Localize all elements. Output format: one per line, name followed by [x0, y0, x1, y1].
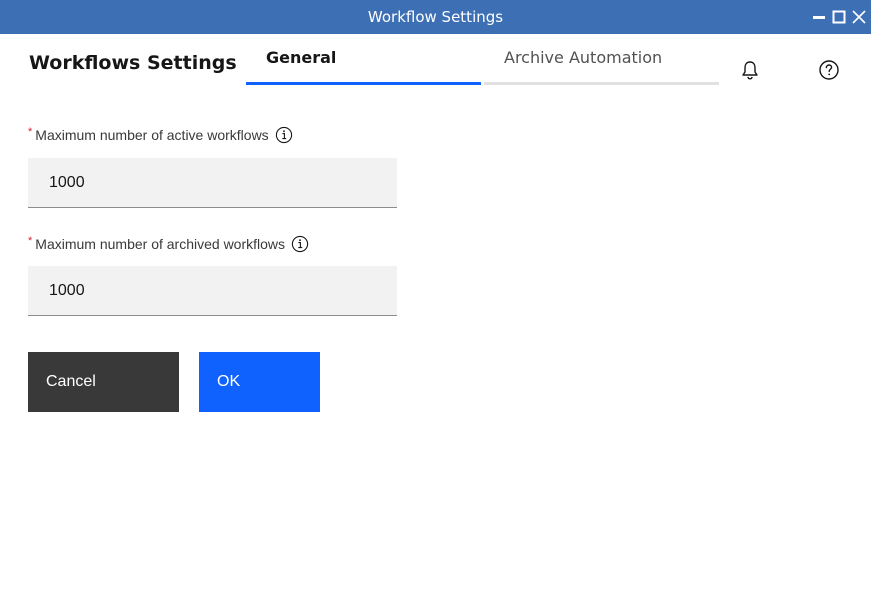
close-icon[interactable]	[851, 0, 867, 34]
window-titlebar: Workflow Settings	[0, 0, 871, 34]
page-title: Workflows Settings	[29, 52, 237, 74]
required-marker: *	[28, 235, 33, 247]
tab-general[interactable]: General	[246, 34, 481, 86]
tab-general-indicator	[246, 82, 481, 85]
active-workflows-label-text: Maximum number of active workflows	[35, 127, 269, 143]
archived-workflows-label-text: Maximum number of archived workflows	[35, 236, 286, 252]
tab-general-label: General	[266, 48, 337, 67]
active-workflows-input[interactable]	[28, 158, 397, 208]
window-title: Workflow Settings	[367, 8, 504, 26]
active-workflows-label: * Maximum number of active workflows	[28, 126, 293, 144]
info-icon[interactable]	[291, 235, 309, 253]
info-icon[interactable]	[275, 126, 293, 144]
archived-workflows-label: * Maximum number of archived workflows	[28, 235, 309, 253]
tab-archive-automation-label: Archive Automation	[504, 48, 663, 67]
bell-icon[interactable]	[738, 58, 762, 82]
help-icon[interactable]	[817, 58, 841, 82]
tab-archive-automation[interactable]: Archive Automation	[484, 34, 719, 86]
required-marker: *	[28, 126, 33, 138]
maximize-icon[interactable]	[832, 0, 846, 34]
archived-workflows-input[interactable]	[28, 266, 397, 316]
ok-button[interactable]: OK	[199, 352, 320, 412]
minimize-icon[interactable]	[812, 0, 826, 34]
cancel-button[interactable]: Cancel	[28, 352, 179, 412]
page-header: Workflows Settings General Archive Autom…	[0, 34, 871, 86]
tab-archive-automation-indicator	[484, 82, 719, 85]
